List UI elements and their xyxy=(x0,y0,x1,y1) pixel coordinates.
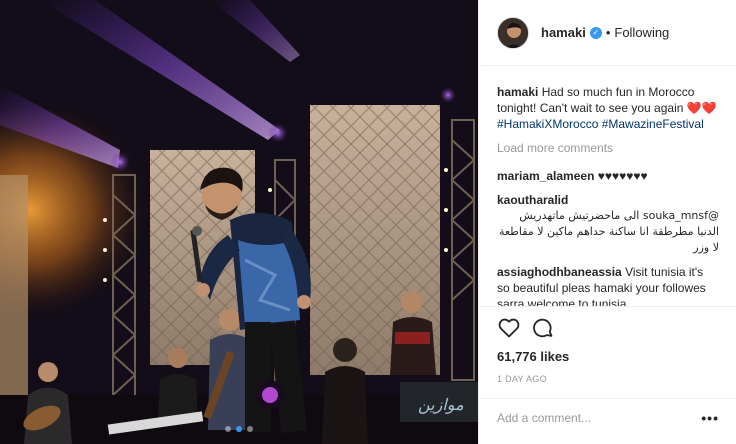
heart-icon[interactable] xyxy=(497,316,521,340)
caption: hamaki Had so much fun in Morocco tonigh… xyxy=(497,84,719,132)
instagram-post: موازين hamaki ✓ • Following hamaki Had s… xyxy=(0,0,736,444)
comment-text: @souka_mnsf الى ماحضرتيش ماتهدريش الدنيا… xyxy=(498,209,719,254)
comment-bubble-icon[interactable] xyxy=(531,316,555,340)
post-timestamp[interactable]: 1 DAY AGO xyxy=(497,374,719,384)
comment-text: ♥♥♥♥♥♥♥ xyxy=(597,169,648,183)
comment-input[interactable] xyxy=(497,410,702,425)
svg-text:موازين: موازين xyxy=(418,395,464,414)
comment-item: kaoutharalid @souka_mnsf الى ماحضرتيش ما… xyxy=(497,192,719,256)
caption-hashtags[interactable]: #HamakiXMorocco #MawazineFestival xyxy=(497,117,704,131)
concert-photo: موازين xyxy=(0,0,478,444)
post-actions: 61,776 likes 1 DAY AGO xyxy=(479,306,736,384)
carousel-dot[interactable] xyxy=(225,426,231,432)
avatar-image xyxy=(498,17,528,48)
more-options-icon[interactable]: ••• xyxy=(701,410,719,426)
caption-username[interactable]: hamaki xyxy=(497,85,538,99)
post-header: hamaki ✓ • Following xyxy=(479,0,736,66)
load-more-comments-link[interactable]: Load more comments xyxy=(497,140,719,156)
carousel-dots xyxy=(0,426,478,432)
verified-badge-icon: ✓ xyxy=(589,26,602,39)
post-side-panel: hamaki ✓ • Following hamaki Had so much … xyxy=(478,0,736,444)
avatar[interactable] xyxy=(497,16,529,49)
add-comment-bar: ••• xyxy=(479,398,736,436)
comment-item: assiaghodhbaneassia Visit tunisia it's s… xyxy=(497,264,719,306)
action-icons xyxy=(497,313,719,343)
following-button[interactable]: Following xyxy=(614,25,669,40)
comment-username[interactable]: kaoutharalid xyxy=(497,193,568,207)
comment-username[interactable]: mariam_alameen xyxy=(497,169,594,183)
carousel-dot[interactable] xyxy=(247,426,253,432)
comment-username[interactable]: assiaghodhbaneassia xyxy=(497,265,622,279)
header-username[interactable]: hamaki xyxy=(541,25,586,40)
post-photo[interactable]: موازين xyxy=(0,0,478,444)
comments-list[interactable]: hamaki Had so much fun in Morocco tonigh… xyxy=(497,84,719,306)
comment-item: mariam_alameen ♥♥♥♥♥♥♥ xyxy=(497,168,719,184)
carousel-dot-active[interactable] xyxy=(236,426,242,432)
header-separator: • xyxy=(605,25,611,40)
likes-count[interactable]: 61,776 likes xyxy=(497,349,719,364)
